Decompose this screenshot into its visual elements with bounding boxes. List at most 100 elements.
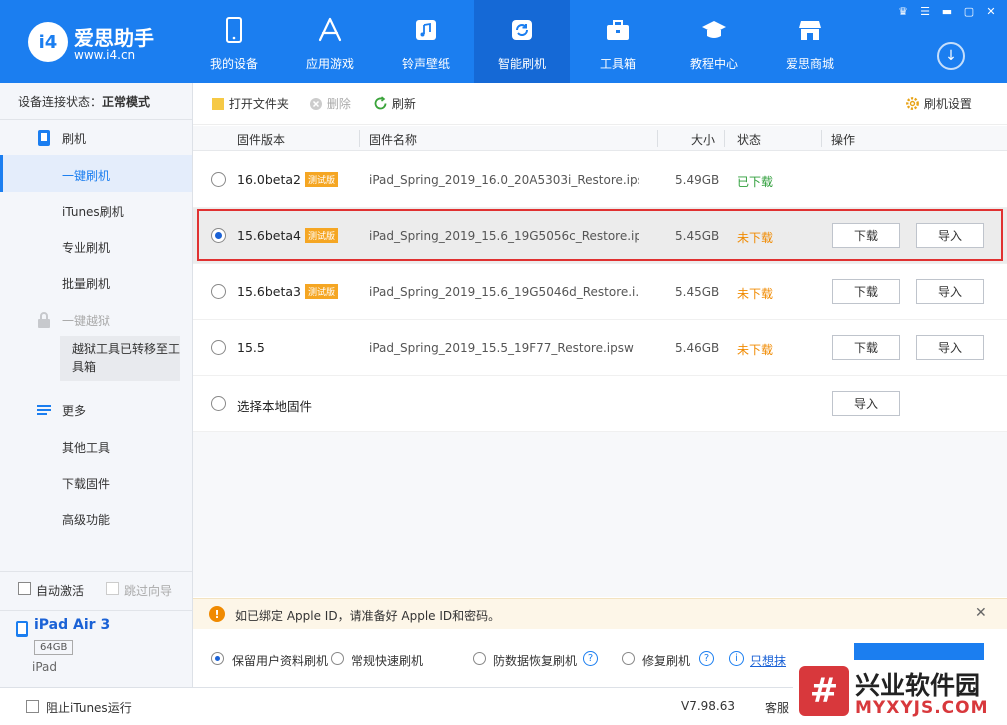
firmware-name: iPad_Spring_2019_16.0_20A5303i_Restore.i…	[369, 173, 639, 187]
firmware-size: 5.46GB	[675, 341, 720, 355]
refresh-label: 刷新	[391, 97, 416, 111]
firmware-radio[interactable]	[211, 396, 226, 411]
sidebar-item-one-click-flash[interactable]: 一键刷机	[62, 167, 110, 184]
sidebar-item-itunes-flash[interactable]: iTunes刷机	[62, 203, 124, 220]
nav-smart-flash[interactable]: 智能刷机	[474, 0, 570, 83]
sidebar-item-other-tools[interactable]: 其他工具	[62, 439, 110, 456]
nav-shop[interactable]: 爱思商城	[762, 0, 858, 83]
table-row[interactable]: 15.6beta3 测试版 iPad_Spring_2019_15.6_19G50…	[193, 264, 1007, 320]
open-folder-label: 打开文件夹	[228, 97, 289, 111]
option-repair-radio[interactable]	[622, 652, 635, 665]
help-icon[interactable]: ?	[583, 651, 598, 666]
firmware-status: 未下载	[737, 287, 774, 301]
beta-tag: 测试版	[304, 228, 338, 243]
app-version: V7.98.63	[681, 699, 736, 713]
firmware-version: 16.0beta2 测试版	[237, 172, 338, 187]
local-firmware-row[interactable]: 选择本地固件 导入	[193, 376, 1007, 432]
app-store-icon	[318, 17, 342, 42]
col-divider	[657, 130, 658, 147]
notice-text: 如已绑定 Apple ID，请准备好 Apple ID和密码。	[235, 609, 501, 623]
logo-name: 爱思助手	[74, 26, 154, 50]
nav-apps-games[interactable]: 应用游戏	[282, 0, 378, 83]
version-text: 16.0beta2	[237, 172, 301, 187]
firmware-radio[interactable]	[211, 340, 226, 355]
download-button[interactable]: 下载	[832, 279, 900, 304]
import-button[interactable]: 导入	[916, 223, 984, 248]
sidebar-item-download-firmware[interactable]: 下载固件	[62, 475, 110, 492]
option-keep-data-radio[interactable]	[211, 652, 224, 665]
empty-area	[193, 432, 1007, 597]
folder-icon	[212, 98, 224, 110]
device-type: iPad	[32, 660, 58, 674]
skip-guide-checkbox[interactable]	[106, 582, 119, 595]
auto-activate-label: 自动激活	[36, 584, 85, 598]
main-nav: 我的设备 应用游戏 铃声壁纸 智能刷机 工具箱 教程中心 爱思商城	[186, 0, 858, 83]
col-version: 固件版本	[237, 133, 286, 147]
nav-my-device[interactable]: 我的设备	[186, 0, 282, 83]
customer-service-link[interactable]: 客服	[765, 699, 789, 716]
nav-tutorials[interactable]: 教程中心	[666, 0, 762, 83]
firmware-size: 5.49GB	[675, 173, 720, 187]
shirt-icon[interactable]: ♛	[895, 5, 911, 19]
import-button[interactable]: 导入	[832, 391, 900, 416]
close-icon[interactable]: ✕	[975, 605, 987, 621]
block-itunes-checkbox[interactable]	[26, 700, 39, 713]
sidebar-item-advanced[interactable]: 高级功能	[62, 511, 110, 528]
minimize-icon[interactable]: ▬	[939, 5, 955, 19]
flash-settings-button[interactable]: 刷机设置	[905, 95, 972, 112]
flash-settings-label: 刷机设置	[923, 97, 972, 111]
auto-activate-checkbox[interactable]	[18, 582, 31, 595]
nav-label: 教程中心	[689, 57, 738, 71]
firmware-radio[interactable]	[211, 172, 226, 187]
connection-value: 正常模式	[102, 95, 151, 109]
nav-label: 铃声壁纸	[401, 57, 450, 71]
phone-icon	[226, 17, 242, 43]
music-icon	[416, 20, 436, 40]
section-label: 刷机	[62, 132, 87, 146]
maximize-icon[interactable]: ▢	[961, 5, 977, 19]
col-name: 固件名称	[369, 133, 418, 147]
device-name: iPad Air 3	[34, 617, 111, 633]
import-button[interactable]: 导入	[916, 279, 984, 304]
lock-icon	[38, 312, 50, 328]
option-keep-data-label: 保留用户资料刷机	[232, 654, 329, 668]
table-row[interactable]: 16.0beta2 测试版 iPad_Spring_2019_16.0_20A53…	[193, 152, 1007, 208]
firmware-name: iPad_Spring_2019_15.6_19G5046d_Restore.i…	[369, 285, 639, 299]
divider	[0, 119, 192, 120]
shop-icon	[799, 21, 821, 40]
close-icon[interactable]: ✕	[983, 5, 999, 19]
nav-ringtones[interactable]: 铃声壁纸	[378, 0, 474, 83]
download-button[interactable]: 下载	[832, 335, 900, 360]
import-button[interactable]: 导入	[916, 335, 984, 360]
device-storage-badge: 64GB	[34, 640, 74, 655]
firmware-size: 5.45GB	[675, 285, 720, 299]
sidebar: 设备连接状态：正常模式 刷机 一键刷机 iTunes刷机 专业刷机 批量刷机 一…	[0, 83, 193, 687]
firmware-size: 5.45GB	[675, 229, 720, 243]
window-controls: ♛ ☰ ▬ ▢ ✕	[895, 5, 999, 19]
sidebar-item-pro-flash[interactable]: 专业刷机	[62, 239, 110, 256]
sidebar-item-batch-flash[interactable]: 批量刷机	[62, 275, 110, 292]
help-icon[interactable]: ?	[699, 651, 714, 666]
download-button[interactable]: 下载	[832, 223, 900, 248]
firmware-radio[interactable]	[211, 228, 226, 243]
refresh-button[interactable]: 刷新	[373, 95, 416, 112]
toolbar: 打开文件夹 删除 刷新 刷机设置	[193, 83, 1007, 125]
table-row[interactable]: 15.6beta4 测试版 iPad_Spring_2019_15.6_19G50…	[193, 208, 1007, 264]
gear-icon	[906, 97, 919, 110]
beta-tag: 测试版	[304, 172, 338, 187]
watermark-url: MYXYJS.COM	[855, 698, 989, 718]
download-manager-icon[interactable]: ↓	[937, 42, 965, 70]
settings-icon[interactable]: ☰	[917, 5, 933, 19]
section-label: 一键越狱	[62, 314, 111, 328]
table-row[interactable]: 15.5 iPad_Spring_2019_15.5_19F77_Restore…	[193, 320, 1007, 376]
logo-mark-icon: i4	[28, 22, 68, 62]
nav-toolbox[interactable]: 工具箱	[570, 0, 666, 83]
skip-guide-label: 跳过向导	[124, 584, 173, 598]
open-folder-button[interactable]: 打开文件夹	[211, 95, 289, 112]
delete-button[interactable]: 删除	[309, 95, 351, 112]
option-quick-radio[interactable]	[331, 652, 344, 665]
device-info[interactable]: iPad Air 3 64GB iPad	[0, 610, 192, 687]
firmware-radio[interactable]	[211, 284, 226, 299]
erase-only-link[interactable]: 只想抹	[750, 652, 786, 669]
option-anti-recovery-radio[interactable]	[473, 652, 486, 665]
